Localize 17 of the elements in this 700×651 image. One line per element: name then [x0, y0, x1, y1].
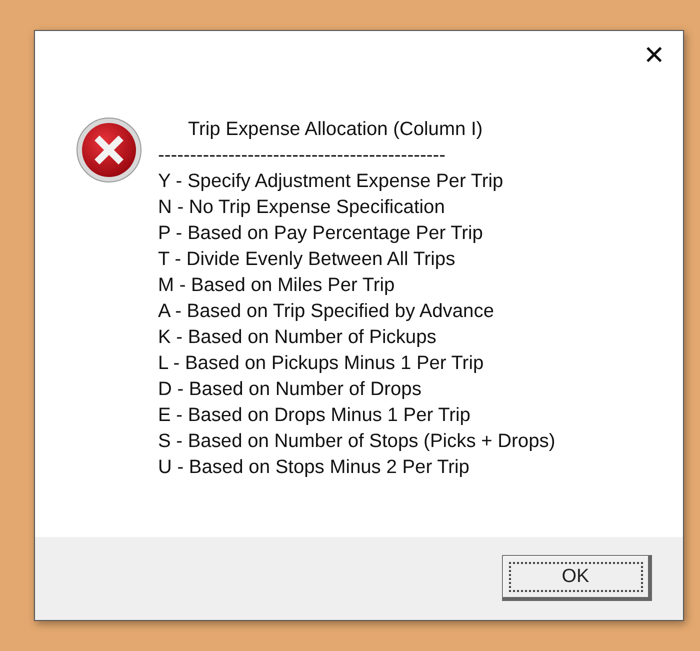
message-line: U - Based on Stops Minus 2 Per Trip — [158, 456, 470, 480]
ok-button[interactable]: OK — [502, 555, 652, 601]
error-icon — [76, 117, 142, 183]
message-line: N - No Trip Expense Specification — [158, 196, 445, 220]
message-line: S - Based on Number of Stops (Picks + Drops) — [158, 430, 556, 454]
message-title: Trip Expense Allocation (Column I) — [187, 118, 483, 142]
message-line: Y - Specify Adjustment Expense Per Trip — [158, 170, 504, 194]
message-line: T - Divide Evenly Between All Trips — [158, 248, 456, 272]
message-line: E - Based on Drops Minus 1 Per Trip — [158, 404, 470, 428]
message-line: A - Based on Trip Specified by Advance — [158, 300, 494, 324]
separator-text: --------------------------------------------- — [158, 144, 446, 168]
message-line: D - Based on Number of Drops — [158, 378, 422, 402]
close-button[interactable]: ✕ — [643, 41, 665, 71]
message-line: L - Based on Pickups Minus 1 Per Trip — [158, 352, 484, 376]
message-line: M - Based on Miles Per Trip — [158, 274, 395, 298]
message-line: K - Based on Number of Pickups — [158, 326, 436, 350]
message-line: P - Based on Pay Percentage Per Trip — [158, 222, 483, 246]
